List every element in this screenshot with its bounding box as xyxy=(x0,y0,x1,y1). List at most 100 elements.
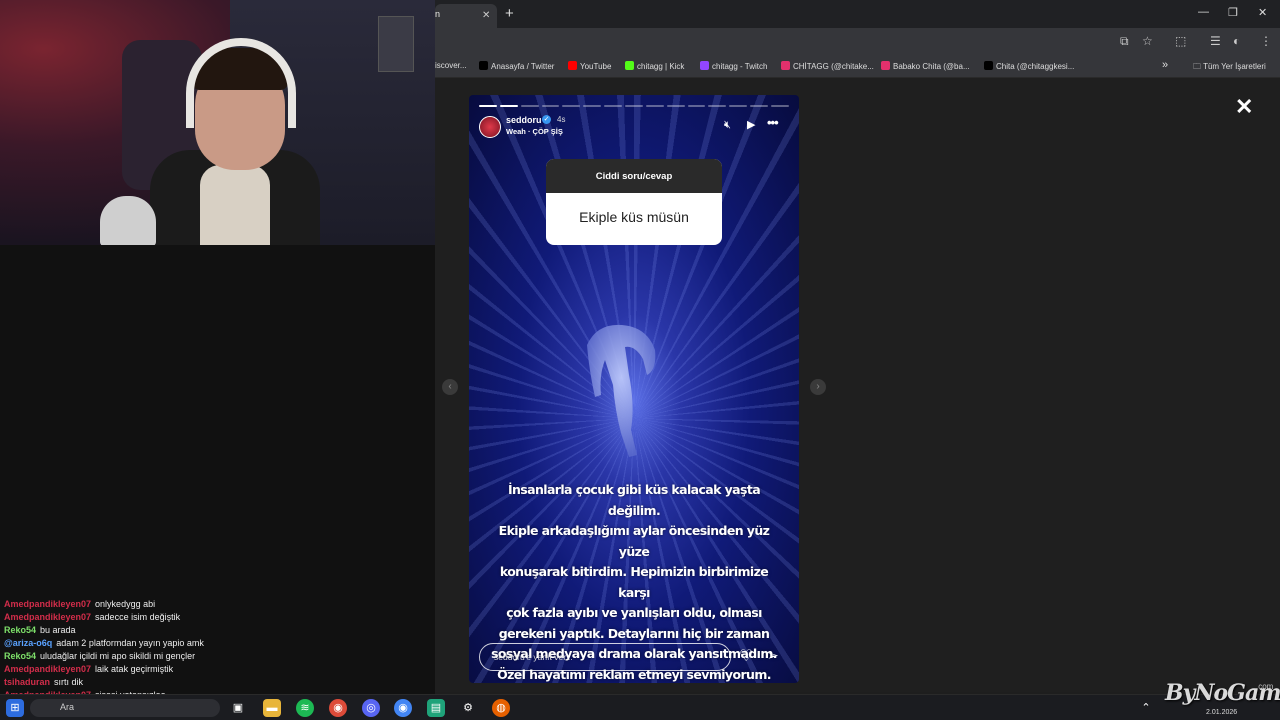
cast-icon[interactable]: ⧉ xyxy=(1120,34,1129,49)
bookmark-favicon-icon xyxy=(881,61,890,70)
chat-username[interactable]: Reko54 xyxy=(4,651,36,661)
restore-button[interactable]: ❐ xyxy=(1228,6,1238,19)
falling-figure-image xyxy=(587,324,656,457)
story-text-line: konuşarak bitirdim. Hepimizin birbirimiz… xyxy=(499,564,769,600)
file-explorer-icon[interactable]: ▬ xyxy=(263,699,281,717)
discord-icon[interactable]: ◎ xyxy=(362,699,380,717)
story-progress-segment xyxy=(499,105,518,107)
chat-username[interactable]: Amedpandikleyen07 xyxy=(4,612,91,622)
tray-chevron-icon[interactable]: ⌃ xyxy=(1137,699,1155,717)
microphone xyxy=(100,196,156,245)
new-tab-button[interactable]: + xyxy=(505,5,514,22)
bookmark-item[interactable]: CHİTAGG (@chitake... xyxy=(781,61,874,71)
story-music-label[interactable]: Weah · ÇÖP ŞİŞ xyxy=(506,127,563,136)
taskbar: ⊞ Ara ▣ ▬ ≋ ◉ ◎ ◉ ▤ ⚙ ◍ ⌃ 2.01.2026 xyxy=(0,694,1280,720)
media-control-icon[interactable]: ☰ xyxy=(1210,34,1221,48)
bookmark-label: CHİTAGG (@chitake... xyxy=(793,62,874,71)
bookmarks-more-button[interactable]: » xyxy=(1162,59,1168,71)
verified-badge-icon: ✓ xyxy=(542,115,551,124)
prev-story-arrow[interactable]: ‹ xyxy=(442,379,458,395)
all-bookmarks-folder[interactable]: 🗀︎ Tüm Yer İşaretleri xyxy=(1193,61,1266,75)
mute-icon[interactable]: 🔇︎ xyxy=(724,119,731,132)
chat-username[interactable]: Amedpandikleyen07 xyxy=(4,599,91,609)
bookmark-star-icon[interactable]: ☆ xyxy=(1142,34,1153,48)
chrome-active-icon[interactable]: ◉ xyxy=(394,699,412,717)
story-progress-segment xyxy=(666,105,685,107)
bookmark-label: chitagg | Kick xyxy=(637,62,685,71)
bookmark-item[interactable]: Anasayfa / Twitter xyxy=(479,61,554,71)
tab-close-icon[interactable]: ✕ xyxy=(482,10,490,21)
bookmark-item[interactable]: YouTube xyxy=(568,61,611,71)
story-progress-segment xyxy=(708,105,727,107)
chat-username[interactable]: Reko54 xyxy=(4,625,36,635)
spotify-icon[interactable]: ≋ xyxy=(296,699,314,717)
browser-toolbar: ⧉ ☆ ⬚ ☰ ◐ ⋮ xyxy=(435,28,1280,54)
story-progress-segment xyxy=(520,105,539,107)
minimize-button[interactable]: — xyxy=(1198,6,1209,18)
menu-icon[interactable]: ⋮ xyxy=(1260,34,1272,48)
bookmark-item[interactable]: Chita (@chitaggkesi... xyxy=(984,61,1074,71)
chat-message-text: bu arada xyxy=(40,625,76,635)
chat-username[interactable]: Amedpandikleyen07 xyxy=(4,664,91,674)
send-icon[interactable]: ➢ xyxy=(767,647,779,664)
app-icon[interactable]: ▤ xyxy=(427,699,445,717)
taskbar-clock: 2.01.2026 xyxy=(1206,709,1238,716)
chat-username[interactable]: tsihaduran xyxy=(4,677,50,687)
streamer-shirt xyxy=(200,165,270,245)
more-icon[interactable]: ••• xyxy=(767,115,779,130)
active-tab[interactable]: n ✕ xyxy=(435,4,497,28)
firefox-icon[interactable]: ◍ xyxy=(492,699,510,717)
tab-bar: n ✕ + — ❐ ✕ xyxy=(435,0,1280,28)
chat-username[interactable]: @ariza-o6q xyxy=(4,638,52,648)
question-sticker-text: Ekiple küs müsün xyxy=(579,209,689,225)
story-text-line: gerekeni yaptık. Detaylarını hiç bir zam… xyxy=(498,625,770,641)
chat-message-text: sadecce isim değiştik xyxy=(95,612,181,622)
bookmark-label: Chita (@chitaggkesi... xyxy=(996,62,1075,71)
close-story-icon[interactable]: ✕ xyxy=(1235,94,1253,120)
settings-gear-icon[interactable]: ⚙ xyxy=(459,699,477,717)
heart-icon[interactable]: ♡ xyxy=(739,646,753,666)
chat-message: Reko54 uludağlar içildi mi apo sikildi mi… xyxy=(4,650,304,663)
chat-message-text: laik atak geçirmiştik xyxy=(95,664,174,674)
bookmark-favicon-icon xyxy=(700,61,709,70)
chat-message-text: uludağlar içildi mi apo sikildi mi gençl… xyxy=(40,651,196,661)
question-sticker: Ciddi soru/cevap Ekiple küs müsün xyxy=(546,159,722,245)
chrome-icon[interactable]: ◉ xyxy=(329,699,347,717)
chat-message-text: adam 2 platformdan yayın yapio amk xyxy=(56,638,204,648)
story-card[interactable]: seddoru ✓ 4s Weah · ÇÖP ŞİŞ 🔇︎ ▶ ••• Cid… xyxy=(469,95,799,683)
folder-icon: 🗀︎ xyxy=(1193,62,1204,71)
bookmark-favicon-icon xyxy=(479,61,488,70)
bookmark-favicon-icon xyxy=(984,61,993,70)
reply-input[interactable] xyxy=(479,643,731,671)
story-progress-segment xyxy=(687,105,706,107)
chat-message: Amedpandikleyen07 onlykedygg abi xyxy=(4,598,304,611)
chat-message: tsihaduran sırtı dik xyxy=(4,676,304,689)
chat-message: Amedpandikleyen07 sadecce isim değiştik xyxy=(4,611,304,624)
next-story-arrow[interactable]: › xyxy=(810,379,826,395)
webcam-poster xyxy=(378,16,414,72)
bookmark-label: chitagg - Twitch xyxy=(712,62,768,71)
story-username[interactable]: seddoru xyxy=(506,115,542,125)
story-progress-segment xyxy=(771,105,789,107)
question-sticker-title: Ciddi soru/cevap xyxy=(546,159,722,193)
windows-start-icon[interactable]: ⊞ xyxy=(6,699,24,717)
screen: Amedpandikleyen07 onlykedygg abi Amedpandi… xyxy=(0,0,1280,720)
bookmark-item[interactable]: Babako Chita (@ba... xyxy=(881,61,970,71)
bookmark-item[interactable]: chitagg | Kick xyxy=(625,61,684,71)
bookmark-label: YouTube xyxy=(580,62,612,71)
avatar[interactable] xyxy=(479,116,501,138)
story-progress-segment xyxy=(625,105,643,107)
close-window-button[interactable]: ✕ xyxy=(1258,6,1267,19)
profile-icon[interactable]: ◐ xyxy=(1233,34,1240,48)
story-progress-segment xyxy=(645,105,664,107)
task-view-icon[interactable]: ▣ xyxy=(229,699,247,717)
watermark-suffix: .com xyxy=(1256,682,1274,691)
bookmark-item[interactable]: chitagg - Twitch xyxy=(700,61,767,71)
bookmark-item[interactable]: iscover... xyxy=(435,61,467,70)
webcam-overlay xyxy=(0,0,435,245)
story-progress-segment xyxy=(541,105,560,107)
story-progress-segment xyxy=(479,105,497,107)
play-icon[interactable]: ▶ xyxy=(747,118,755,131)
taskbar-search[interactable]: Ara xyxy=(30,699,220,717)
extensions-icon[interactable]: ⬚ xyxy=(1175,34,1186,48)
